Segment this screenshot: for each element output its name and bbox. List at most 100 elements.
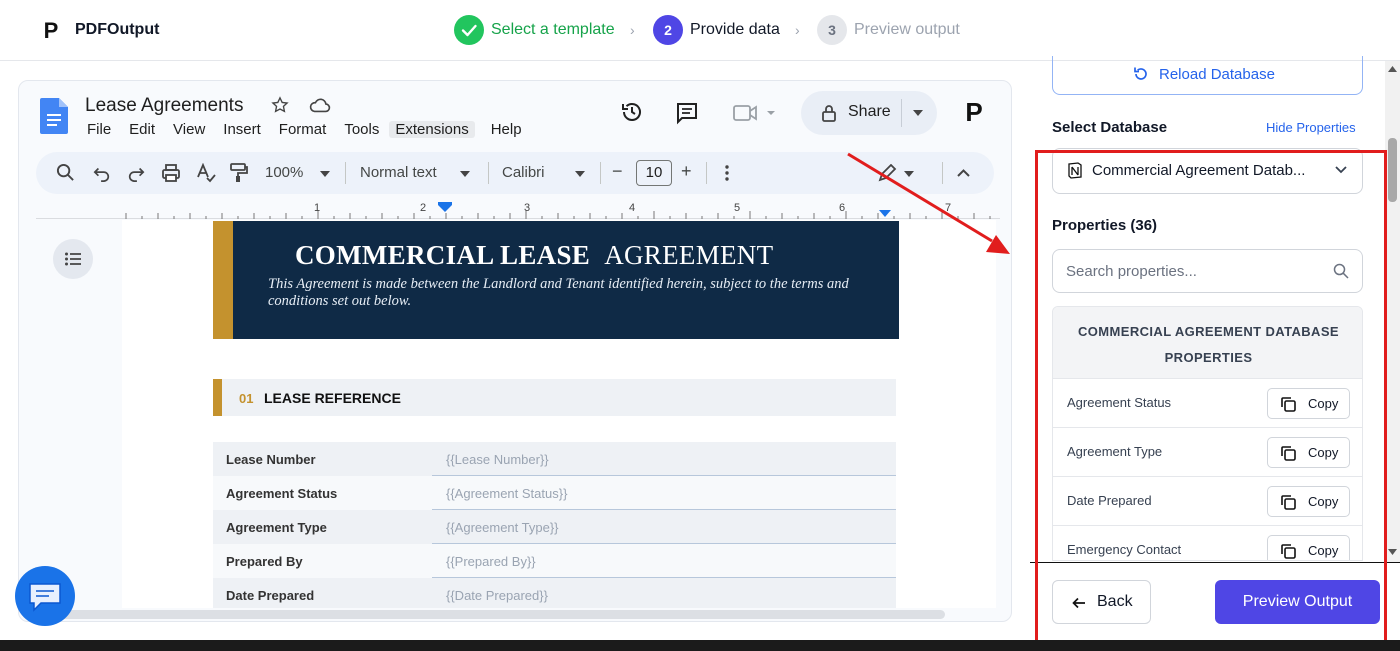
spellcheck-icon[interactable] xyxy=(196,163,216,183)
search-icon[interactable] xyxy=(56,163,75,182)
copy-button[interactable]: Copy xyxy=(1267,486,1350,517)
table-row: Date Prepared {{Date Prepared}} xyxy=(213,578,896,608)
menu-insert[interactable]: Insert xyxy=(221,121,263,138)
chevron-down-icon xyxy=(460,171,470,177)
table-row: Agreement Status {{Agreement Status}} xyxy=(213,476,896,510)
comment-icon[interactable] xyxy=(675,101,699,125)
copy-label: Copy xyxy=(1308,396,1339,411)
share-button[interactable]: Share xyxy=(801,91,937,135)
font-select[interactable]: Calibri xyxy=(502,164,545,181)
hero-accent-bar xyxy=(213,221,233,339)
docs-menu-bar: File Edit View Insert Format Tools Extensions H… xyxy=(85,121,538,138)
row-placeholder: {{Lease Number}} xyxy=(446,452,549,467)
pdfoutput-extension-icon[interactable]: P xyxy=(962,97,986,127)
copy-label: Copy xyxy=(1308,543,1339,558)
video-call-icon[interactable] xyxy=(733,103,779,123)
lease-subtitle: This Agreement is made between the Landl… xyxy=(268,276,849,309)
copy-icon xyxy=(1280,494,1297,511)
star-icon[interactable] xyxy=(271,96,289,114)
doc-title[interactable]: Lease Agreements xyxy=(85,95,243,117)
profile-letter: P xyxy=(965,97,982,127)
copy-icon xyxy=(1280,396,1297,413)
menu-tools[interactable]: Tools xyxy=(342,121,381,138)
paragraph-style-select[interactable]: Normal text xyxy=(360,164,437,181)
more-options-icon[interactable] xyxy=(724,165,730,181)
copy-button[interactable]: Copy xyxy=(1267,388,1350,419)
step-1-check-icon xyxy=(454,15,484,45)
hide-properties-link[interactable]: Hide Properties xyxy=(1266,120,1356,135)
property-name: Date Prepared xyxy=(1067,493,1152,508)
ruler-number: 2 xyxy=(420,202,427,214)
horizontal-scrollbar[interactable] xyxy=(45,610,945,619)
select-database-label: Select Database xyxy=(1052,119,1168,136)
row-label: Lease Number xyxy=(226,452,316,467)
properties-table-header: COMMERCIAL AGREEMENT DATABASE PROPERTIES xyxy=(1053,307,1362,379)
lease-title-bold: COMMERCIAL LEASE xyxy=(295,240,591,270)
history-icon[interactable] xyxy=(620,100,644,124)
menu-view[interactable]: View xyxy=(171,121,207,138)
list-item: Date Prepared Copy xyxy=(1053,477,1362,526)
row-placeholder: {{Agreement Status}} xyxy=(446,486,568,501)
menu-file[interactable]: File xyxy=(85,121,113,138)
properties-count: Properties (36) xyxy=(1052,217,1158,234)
refresh-icon xyxy=(1133,66,1149,82)
chevron-down-icon[interactable] xyxy=(913,110,923,116)
zoom-select[interactable]: 100% xyxy=(265,164,303,181)
chevron-right-icon: › xyxy=(795,22,800,38)
row-label: Prepared By xyxy=(226,554,303,569)
row-placeholder: {{Date Prepared}} xyxy=(446,588,548,603)
font-size-input[interactable]: 10 xyxy=(636,160,672,186)
scrollbar-thumb[interactable] xyxy=(1388,138,1397,202)
top-bar: P PDFOutput Select a template › 2 Provid… xyxy=(0,0,1400,61)
copy-button[interactable]: Copy xyxy=(1267,437,1350,468)
menu-format[interactable]: Format xyxy=(277,121,329,138)
scroll-up-icon[interactable] xyxy=(1388,66,1397,72)
increase-font-size-button[interactable]: + xyxy=(681,161,692,182)
row-placeholder: {{Agreement Type}} xyxy=(446,520,559,535)
ruler-number: 5 xyxy=(734,202,741,214)
menu-help[interactable]: Help xyxy=(489,121,524,138)
red-arrow-annotation xyxy=(840,148,1020,260)
chat-icon xyxy=(28,582,62,612)
section-number: 01 xyxy=(239,391,254,406)
reload-database-label: Reload Database xyxy=(1159,66,1275,83)
divider xyxy=(600,162,601,184)
chevron-down-icon xyxy=(1335,166,1347,174)
row-placeholder: {{Prepared By}} xyxy=(446,554,536,569)
ruler-number: 1 xyxy=(314,202,321,214)
redo-icon[interactable] xyxy=(127,164,145,182)
preview-output-label: Preview Output xyxy=(1242,593,1353,610)
row-label: Agreement Status xyxy=(226,486,338,501)
decrease-font-size-button[interactable]: − xyxy=(612,161,623,182)
cloud-icon[interactable] xyxy=(309,96,331,114)
chat-support-button[interactable] xyxy=(15,566,75,626)
app-name: PDFOutput xyxy=(75,21,160,38)
step-3-label[interactable]: Preview output xyxy=(854,21,960,39)
row-label: Date Prepared xyxy=(226,588,315,603)
property-name: Emergency Contact xyxy=(1067,542,1182,557)
step-3-number: 3 xyxy=(817,15,847,45)
properties-table-title: COMMERCIAL AGREEMENT DATABASE PROPERTIES xyxy=(1077,324,1339,365)
properties-table: COMMERCIAL AGREEMENT DATABASE PROPERTIES… xyxy=(1052,306,1363,561)
document-outline-button[interactable] xyxy=(53,239,93,279)
vertical-scrollbar[interactable] xyxy=(1385,61,1400,562)
divider xyxy=(488,162,489,184)
paint-format-icon[interactable] xyxy=(230,163,248,183)
copy-button[interactable]: Copy xyxy=(1267,535,1350,560)
copy-icon xyxy=(1280,543,1297,560)
copy-label: Copy xyxy=(1308,494,1339,509)
property-name: Agreement Status xyxy=(1067,395,1172,410)
undo-icon[interactable] xyxy=(93,164,111,182)
search-properties-input[interactable] xyxy=(1066,263,1316,280)
row-label: Agreement Type xyxy=(226,520,327,535)
copy-label: Copy xyxy=(1308,445,1339,460)
menu-extensions[interactable]: Extensions xyxy=(389,121,475,138)
table-row: Lease Number {{Lease Number}} xyxy=(213,442,896,476)
step-1-label[interactable]: Select a template xyxy=(491,21,615,39)
menu-edit[interactable]: Edit xyxy=(127,121,157,138)
step-2-label[interactable]: Provide data xyxy=(690,21,780,39)
scroll-down-icon[interactable] xyxy=(1388,549,1397,555)
print-icon[interactable] xyxy=(161,163,181,183)
search-icon xyxy=(1333,263,1349,279)
list-item: Agreement Status Copy xyxy=(1053,379,1362,428)
